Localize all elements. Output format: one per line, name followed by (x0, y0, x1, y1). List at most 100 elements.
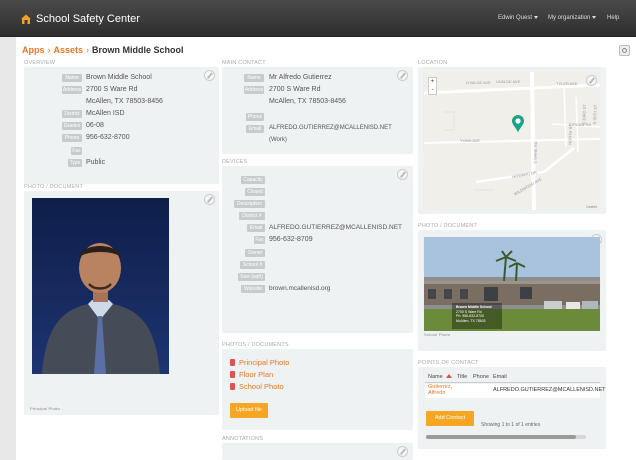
user-menu[interactable]: Edwin Quest (498, 15, 539, 21)
contact-address-row: Address 2700 S Ware Rd (222, 86, 413, 95)
document-link[interactable]: Floor Plan (230, 370, 273, 379)
document-link[interactable]: School Photo (230, 382, 284, 391)
principal-photo[interactable] (32, 198, 169, 374)
devices-heading: Devices (222, 159, 248, 165)
overview-address2-row: McAllen, TX 78503-8456 (24, 98, 219, 107)
table-row[interactable]: Gutierrez, Alfredo ALFREDO.GUTIERREZ@MCA… (425, 384, 606, 398)
horizontal-scrollbar[interactable] (426, 435, 586, 439)
contact-address2-row: McAllen, TX 78503-8456 (222, 98, 413, 107)
school-photo[interactable]: Brown Middle School 2700 S Ware Rd Ph: 9… (424, 237, 600, 331)
annotations-panel (222, 443, 413, 460)
page-title: Brown Middle School (92, 45, 184, 55)
document-name: Principal Photo (239, 358, 290, 367)
overview-fax-row: Fax (24, 147, 219, 156)
breadcrumb-apps[interactable]: Apps (22, 45, 45, 55)
table-divider (425, 382, 600, 383)
main-contact-panel: Name Mr Alfredo Gutierrez Address 2700 S… (222, 67, 413, 154)
entries-info: Showing 1 to 1 of 1 entries (481, 422, 541, 428)
edit-icon[interactable] (204, 194, 215, 205)
map-marker-icon (512, 115, 524, 133)
overlay-line: Brown Middle School (456, 305, 492, 309)
street-label: LIVALDE AVE (466, 80, 491, 85)
overview-panel: Name Brown Middle School Address 2700 S … (24, 67, 219, 184)
field-label: Website (241, 285, 265, 293)
devices-fax-row: Fax 956-632-8709 (222, 236, 413, 245)
photos-documents-heading: Photos / Documents (222, 342, 289, 348)
breadcrumb-assets[interactable]: Assets (54, 45, 84, 55)
main-contact-heading: Main Contact (222, 60, 266, 66)
devices-panel: Capacity Closed Description District # E… (222, 166, 413, 333)
zoom-in-button[interactable]: + (429, 78, 436, 86)
photo-document-heading: Photo / Document (24, 184, 84, 190)
field-label: Closed (245, 188, 265, 196)
contact-name: Mr Alfredo Gutierrez (269, 74, 332, 81)
devices-school-row: School # (222, 261, 413, 270)
column-header-label: Name (428, 374, 443, 380)
field-label: Size (sqft) (238, 273, 265, 281)
overlay-line: McAllen, TX 78503 (456, 318, 486, 323)
devices-size-row: Size (sqft) (222, 273, 413, 282)
map-attribution[interactable]: Leaflet (586, 205, 597, 209)
help-link[interactable]: Help (607, 15, 619, 21)
contact-email-type: (Work) (269, 137, 287, 143)
field-label: Description (234, 200, 265, 208)
contact-name-row: Name Mr Alfredo Gutierrez (222, 74, 413, 83)
org-menu[interactable]: My organization (548, 15, 597, 21)
column-header-email[interactable]: Email (493, 374, 507, 380)
street-label: TYLER AVE (556, 81, 578, 86)
devices-website[interactable]: brown.mcallenisd.org (269, 284, 330, 293)
column-header-title[interactable]: Title (457, 374, 467, 380)
school-name: Brown Middle School (86, 74, 152, 81)
document-name: School Photo (239, 382, 284, 391)
chevron-down-icon (592, 15, 597, 19)
street-label: UVALDE AVE (496, 79, 521, 84)
document-icon (230, 359, 235, 366)
street-label: S WARE RD (532, 141, 539, 164)
field-label: Name (244, 74, 264, 82)
field-label: Capacity (241, 176, 265, 184)
field-label: Type (68, 159, 82, 167)
grades-value: 06-08 (86, 122, 104, 129)
map-zoom-control: + - (428, 77, 437, 95)
field-label: District (62, 110, 82, 118)
app-title[interactable]: School Safety Center (36, 13, 140, 25)
field-label: District # (239, 212, 265, 220)
contact-address-line-1: 2700 S Ware Rd (269, 86, 321, 93)
chevron-down-icon (534, 15, 539, 19)
photo-caption: School Photo (424, 332, 451, 337)
devices-email[interactable]: ALFREDO.GUTIERREZ@MCALLENISD.NET (269, 223, 402, 232)
breadcrumb-separator: › (47, 45, 51, 55)
field-label: Address (244, 86, 264, 94)
devices-description-row: Description (222, 200, 413, 209)
annotations-heading: Annotations (222, 436, 264, 442)
devices-closed-row: Closed (222, 188, 413, 197)
edit-icon[interactable] (397, 446, 408, 457)
upload-file-button[interactable]: Upload file (230, 403, 268, 418)
scrollbar-thumb[interactable] (426, 435, 576, 439)
contact-email[interactable]: ALFREDO.GUTIERREZ@MCALLENISD.NET (269, 124, 392, 133)
photos-documents-panel: Principal Photo Floor Plan School Photo … (222, 349, 413, 430)
zoom-out-button[interactable]: - (429, 86, 436, 94)
sort-ascending-icon (445, 374, 452, 378)
org-menu-label: My organization (548, 15, 591, 21)
school-photo-overlay: Brown Middle School 2700 S Ware Rd Ph: 9… (456, 305, 492, 323)
field-label: Grades (62, 122, 82, 130)
edit-icon[interactable] (586, 75, 597, 86)
photo-caption: Principal Photo (30, 406, 60, 411)
photo-document-heading: Photo / Document (418, 223, 478, 229)
address-line-2: McAllen, TX 78503-8456 (86, 98, 163, 105)
location-map[interactable]: + - LIVALDE AVE UVALDE AVE TYLER AVE S W… (424, 72, 600, 210)
map-streets (424, 72, 600, 210)
home-icon[interactable] (20, 14, 32, 24)
column-header-name[interactable]: Name (428, 374, 455, 380)
document-link[interactable]: Principal Photo (230, 358, 289, 367)
breadcrumb: Apps › Assets › Brown Middle School (22, 45, 184, 55)
street-label: YUMA AVE (460, 138, 480, 143)
field-label: Address (62, 86, 82, 94)
settings-icon[interactable] (619, 45, 630, 56)
column-header-phone[interactable]: Phone (473, 374, 489, 380)
overview-grades-row: Grades 06-08 (24, 122, 219, 131)
overview-heading: Overview (24, 60, 56, 66)
contact-name-cell[interactable]: Gutierrez, Alfredo (428, 384, 452, 396)
add-contact-button[interactable]: Add Contact (426, 411, 474, 426)
